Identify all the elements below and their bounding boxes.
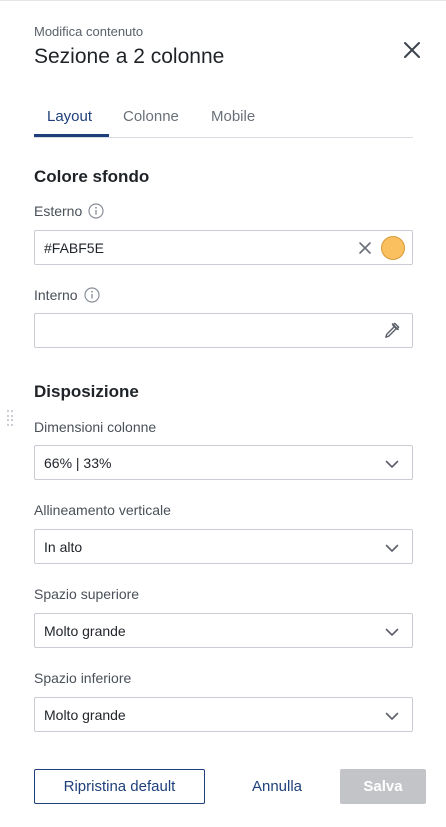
chevron-down-icon[interactable] [385, 625, 399, 637]
panel-title: Sezione a 2 colonne [34, 45, 225, 68]
label-allineamento-verticale: Allineamento verticale [34, 502, 171, 518]
label-esterno: Esterno [34, 203, 104, 219]
color-field-esterno[interactable]: #FABF5E [34, 230, 413, 265]
color-value-esterno[interactable]: #FABF5E [44, 240, 104, 256]
section-title-disposizione: Disposizione [34, 382, 139, 401]
select-value[interactable]: Molto grande [44, 623, 126, 639]
section-title-colore-sfondo: Colore sfondo [34, 167, 150, 186]
select-value[interactable]: Molto grande [44, 707, 126, 723]
color-swatch[interactable] [381, 236, 405, 260]
eyedropper-icon[interactable] [382, 321, 401, 340]
tab-layout[interactable]: Layout [47, 108, 92, 125]
label-spazio-inferiore: Spazio inferiore [34, 670, 132, 686]
panel-subtitle: Modifica contenuto [34, 24, 144, 39]
top-divider [0, 0, 446, 1]
info-icon[interactable] [83, 287, 100, 303]
active-tab-indicator [34, 134, 109, 137]
info-icon[interactable] [88, 203, 104, 219]
drag-handle-icon[interactable] [7, 410, 13, 426]
label-spazio-superiore: Spazio superiore [34, 586, 140, 602]
select-spazio-superiore[interactable]: Molto grande [34, 613, 413, 648]
select-spazio-inferiore[interactable]: Molto grande [34, 697, 413, 732]
clear-icon[interactable] [357, 240, 373, 256]
label-interno: Interno [34, 287, 100, 303]
color-field-interno[interactable] [34, 313, 413, 348]
label-esterno-text: Esterno [34, 203, 83, 219]
cancel-button[interactable]: Annulla [232, 769, 322, 804]
label-dimensioni-colonne: Dimensioni colonne [34, 419, 157, 435]
select-value[interactable]: 66% | 33% [44, 455, 111, 471]
save-button[interactable]: Salva [340, 769, 426, 804]
select-dimensioni-colonne[interactable]: 66% | 33% [34, 445, 413, 480]
select-allineamento-verticale[interactable]: In alto [34, 529, 413, 564]
select-value[interactable]: In alto [44, 539, 82, 555]
chevron-down-icon[interactable] [385, 541, 399, 553]
label-interno-text: Interno [34, 287, 78, 303]
tab-mobile[interactable]: Mobile [211, 108, 255, 125]
close-icon[interactable] [400, 38, 424, 62]
chevron-down-icon[interactable] [385, 709, 399, 721]
tab-bar: Layout Colonne Mobile [34, 106, 413, 138]
chevron-down-icon[interactable] [385, 457, 399, 469]
reset-default-button[interactable]: Ripristina default [34, 769, 205, 804]
tab-colonne[interactable]: Colonne [123, 108, 179, 125]
